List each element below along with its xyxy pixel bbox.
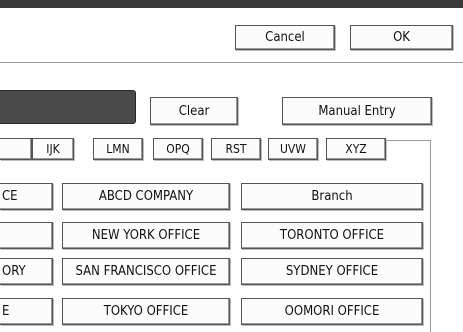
tab-xyz[interactable]: XYZ	[326, 138, 386, 160]
cancel-button[interactable]: Cancel	[235, 25, 335, 50]
header-divider	[0, 62, 463, 63]
destination-button[interactable]: CE	[0, 183, 53, 210]
destination-button[interactable]: OOMORI OFFICE	[241, 298, 423, 325]
list-frame-top-edge	[386, 140, 431, 141]
tab-rst[interactable]: RST	[211, 138, 261, 160]
destination-button[interactable]: TOKYO OFFICE	[62, 298, 230, 325]
destination-button[interactable]: SAN FRANCISCO OFFICE	[62, 258, 230, 285]
destination-button[interactable]: ORY	[0, 258, 53, 285]
destination-button[interactable]	[0, 222, 53, 249]
destination-button[interactable]: E	[0, 298, 53, 325]
destination-button[interactable]: Branch	[241, 183, 423, 210]
destination-button[interactable]: SYDNEY OFFICE	[241, 258, 423, 285]
ok-button[interactable]: OK	[350, 25, 453, 50]
list-frame-right-edge	[430, 140, 431, 332]
manual-entry-button[interactable]: Manual Entry	[282, 97, 432, 125]
tab-ijk[interactable]: IJK	[32, 138, 74, 160]
clear-button[interactable]: Clear	[150, 97, 238, 125]
tab-opq[interactable]: OPQ	[153, 138, 203, 160]
tab-lmn[interactable]: LMN	[93, 138, 143, 160]
destination-button[interactable]: TORONTO OFFICE	[241, 222, 423, 249]
title-bar	[0, 0, 463, 8]
tab-partial[interactable]	[0, 138, 32, 160]
tab-uvw[interactable]: UVW	[268, 138, 318, 160]
destination-button[interactable]: NEW YORK OFFICE	[62, 222, 230, 249]
destination-button[interactable]: ABCD COMPANY	[62, 183, 230, 210]
name-entry-field[interactable]	[0, 90, 136, 124]
